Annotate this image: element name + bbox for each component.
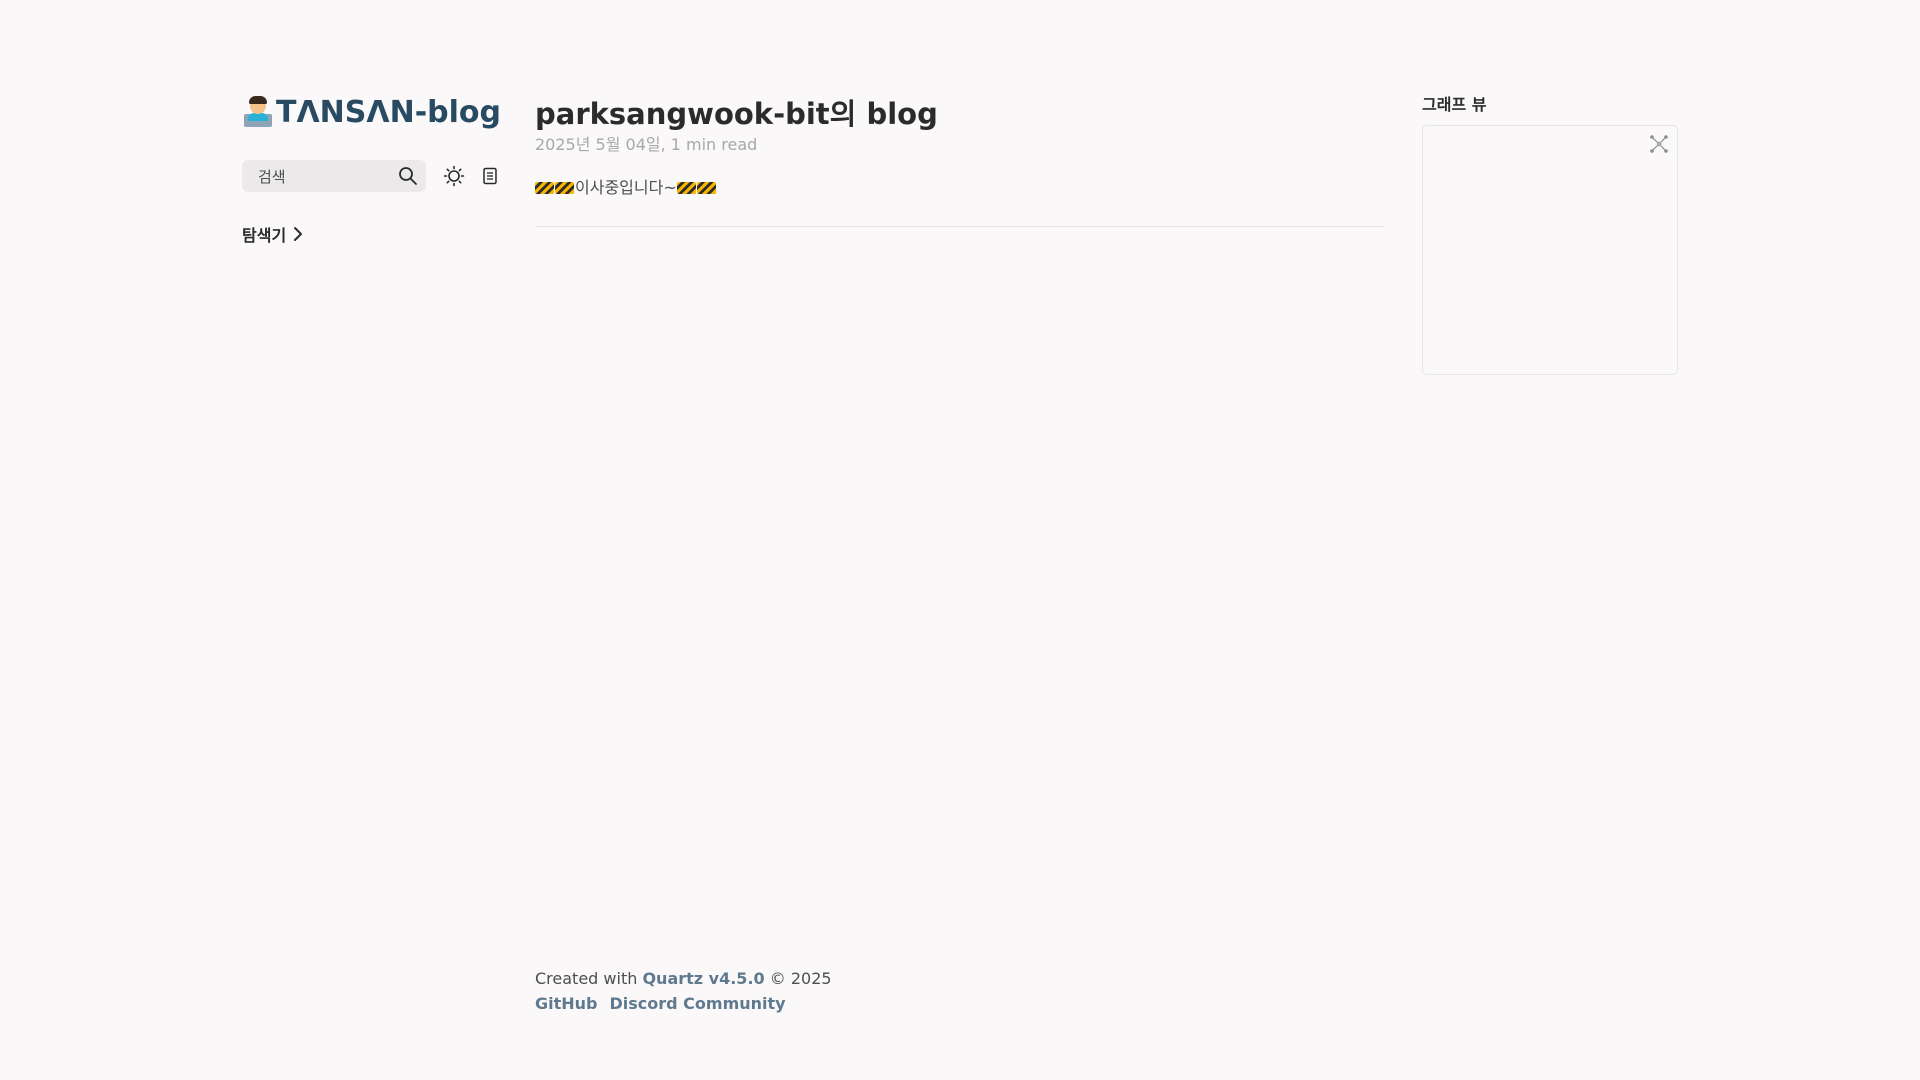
construction-icon bbox=[555, 182, 574, 194]
article: parksangwook-bit의 blog 2025년 5월 04일, 1 m… bbox=[535, 94, 1385, 227]
quartz-link[interactable]: Quartz v4.5.0 bbox=[642, 969, 764, 988]
left-sidebar: TΛNSΛN-blog 검색 탐색기 bbox=[242, 90, 512, 246]
developer-emoji-icon bbox=[242, 96, 274, 128]
article-text: 이사중입니다~ bbox=[575, 178, 677, 197]
article-content: 이사중입니다~ bbox=[535, 176, 1385, 200]
graph-title: 그래프 뷰 bbox=[1422, 95, 1487, 114]
search-icon bbox=[399, 167, 417, 185]
expand-icon[interactable] bbox=[1649, 134, 1669, 154]
page: TΛNSΛN-blog 검색 탐색기 parksangwook-bit의 blo… bbox=[0, 0, 1920, 1080]
sidebar-controls: 검색 bbox=[242, 160, 512, 192]
explorer-toggle[interactable]: 탐색기 bbox=[242, 222, 512, 246]
chevron-right-icon bbox=[294, 227, 303, 241]
reader-mode-button[interactable] bbox=[478, 164, 502, 188]
footer-credit: Created with Quartz v4.5.0 © 2025 bbox=[535, 966, 832, 991]
sun-icon bbox=[443, 165, 465, 187]
footer-created-prefix: Created with bbox=[535, 969, 638, 988]
construction-icon bbox=[696, 182, 716, 194]
footer: Created with Quartz v4.5.0 © 2025 GitHub… bbox=[535, 966, 832, 1016]
graph-view[interactable] bbox=[1422, 125, 1678, 375]
footer-copyright: © 2025 bbox=[769, 969, 832, 988]
site-title-link[interactable]: TΛNSΛN-blog bbox=[242, 90, 512, 134]
article-divider bbox=[535, 226, 1385, 227]
search-label: 검색 bbox=[258, 167, 286, 186]
github-link[interactable]: GitHub bbox=[535, 994, 598, 1013]
search-button[interactable]: 검색 bbox=[242, 160, 426, 192]
article-title: parksangwook-bit의 blog bbox=[535, 97, 938, 131]
article-meta: 2025년 5월 04일, 1 min read bbox=[535, 135, 758, 154]
construction-icon bbox=[535, 182, 554, 194]
discord-link[interactable]: Discord Community bbox=[610, 994, 786, 1013]
site-title: TΛNSΛN-blog bbox=[276, 94, 502, 130]
right-sidebar: 그래프 뷰 bbox=[1422, 94, 1678, 375]
construction-icon bbox=[676, 182, 696, 194]
document-icon bbox=[483, 167, 497, 185]
theme-toggle-button[interactable] bbox=[442, 164, 466, 188]
footer-links: GitHub Discord Community bbox=[535, 991, 832, 1016]
explorer-label: 탐색기 bbox=[242, 226, 287, 245]
